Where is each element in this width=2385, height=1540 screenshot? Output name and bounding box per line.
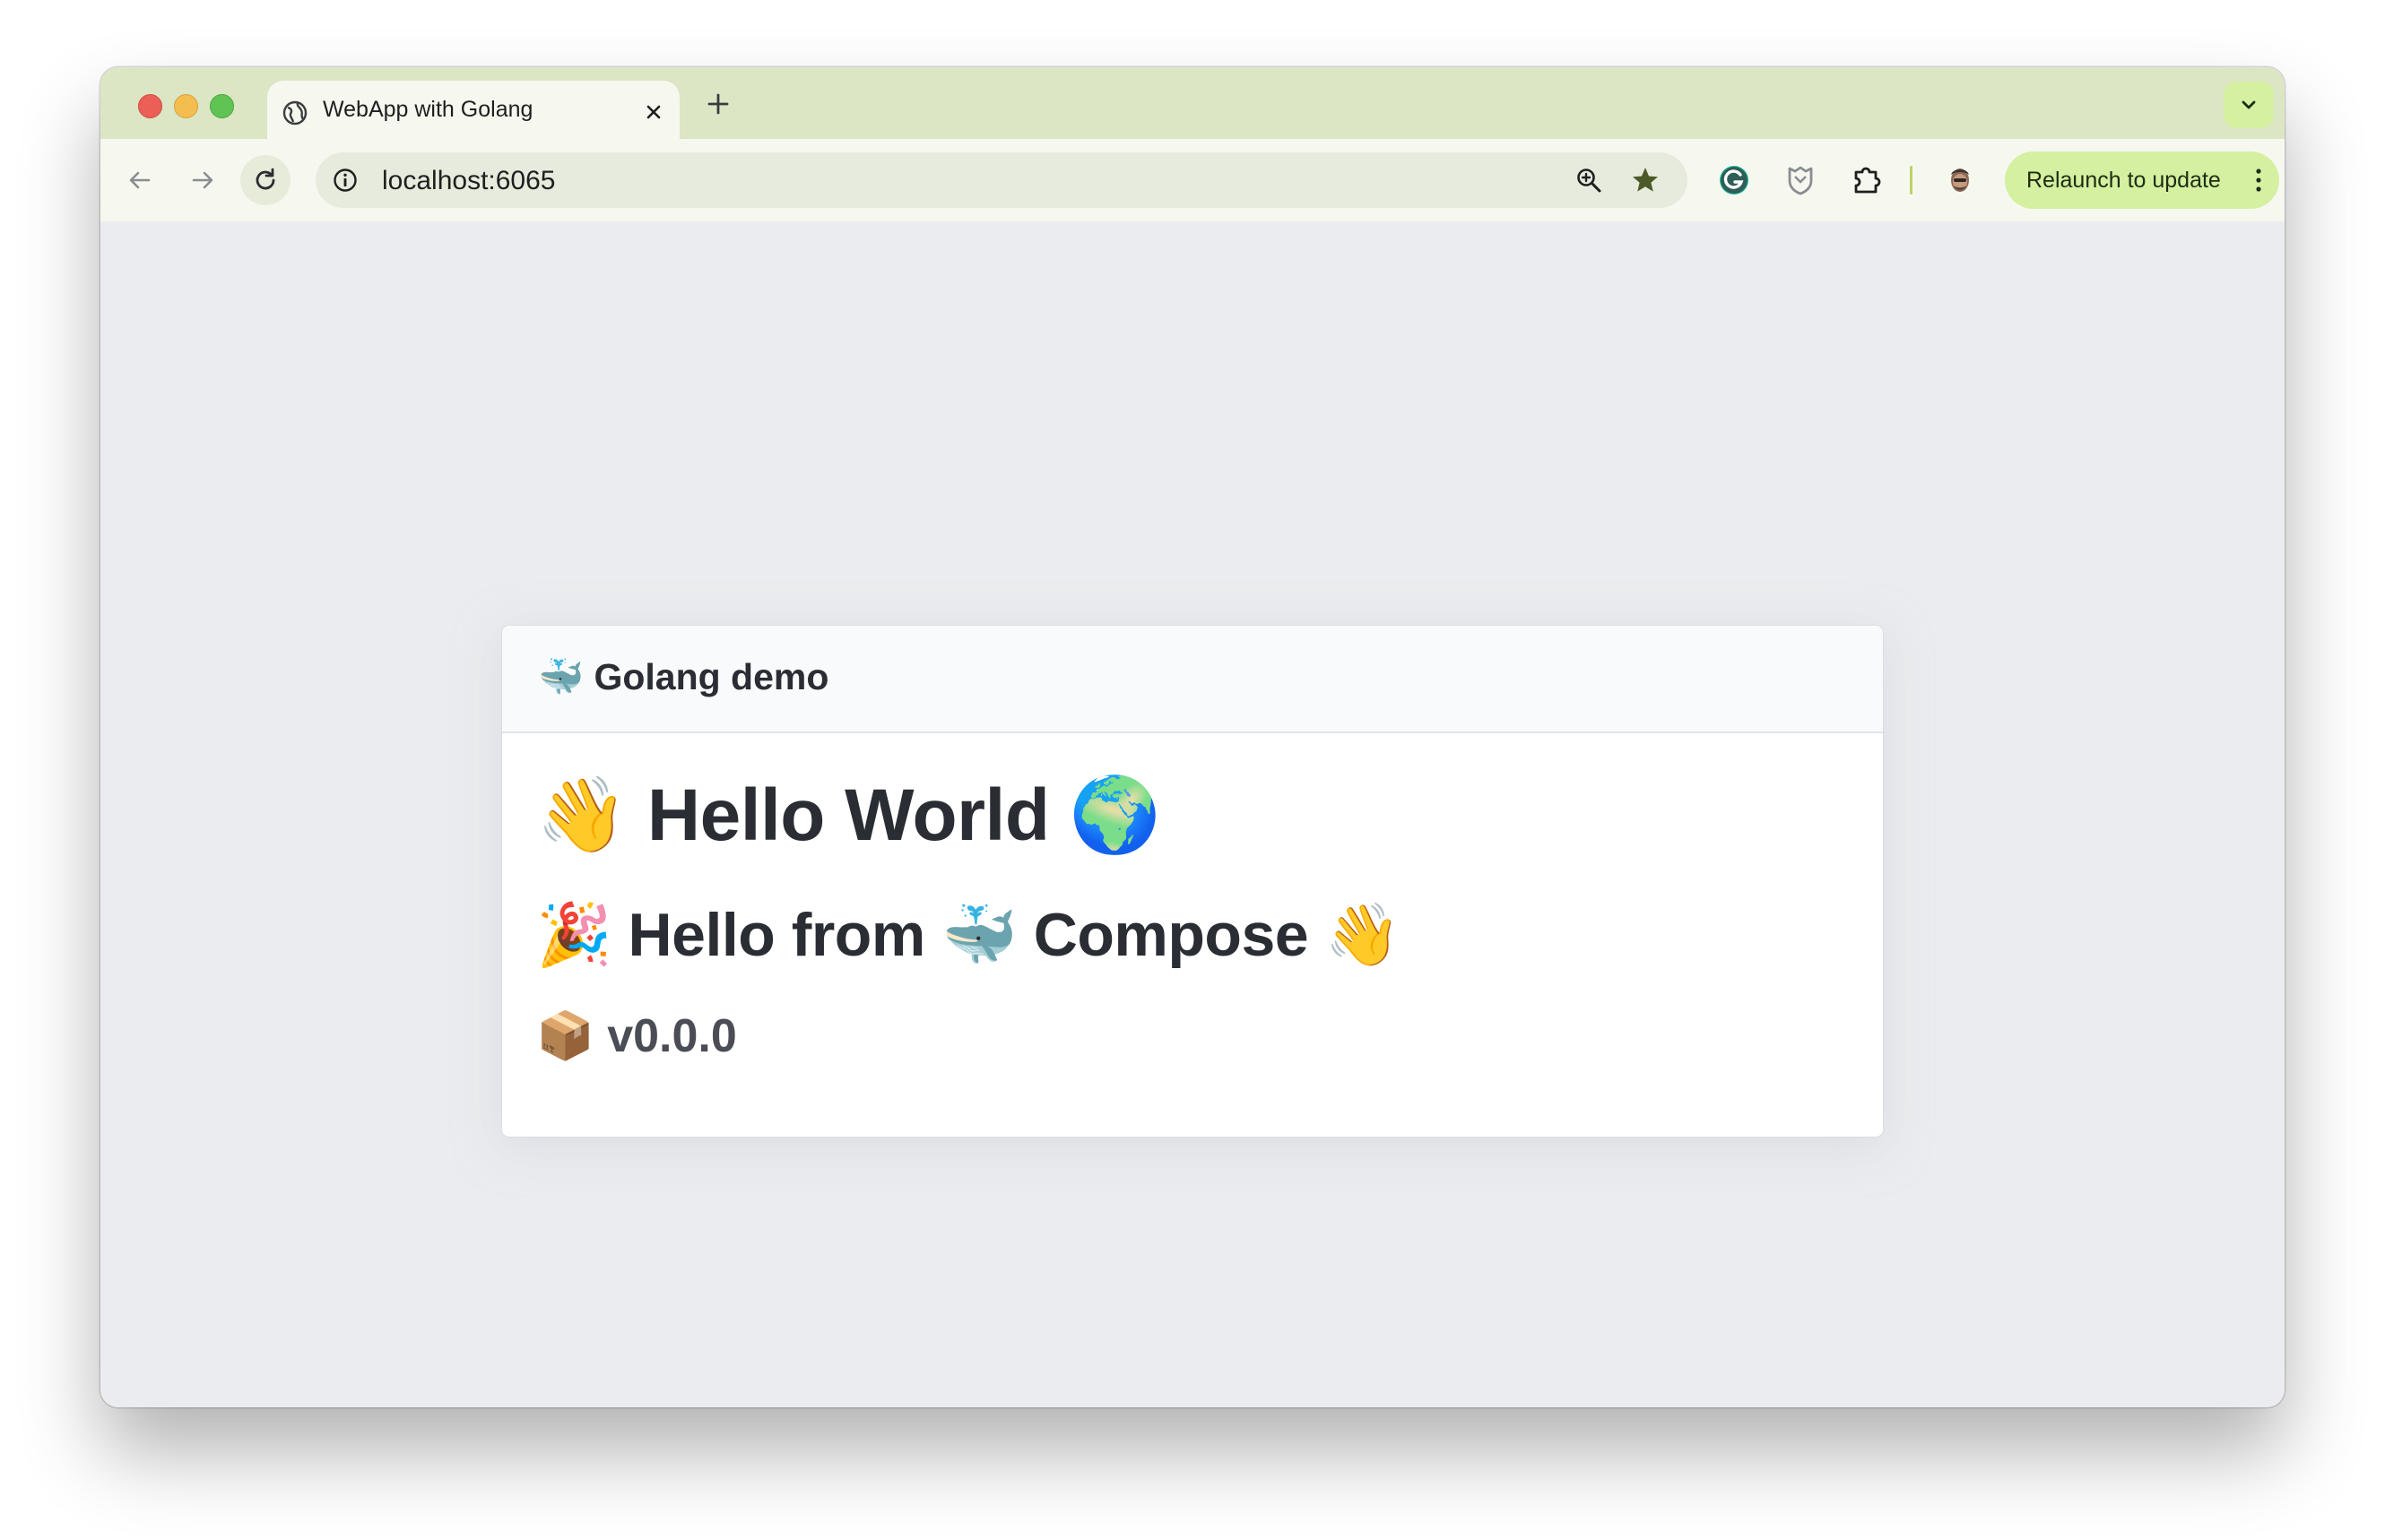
info-icon[interactable] [332, 167, 359, 194]
plus-icon[interactable] [703, 89, 733, 119]
close-window-button[interactable] [138, 94, 162, 118]
chevron-down-icon [2242, 100, 2256, 109]
hello-world-heading: 👋 Hello World 🌍 [536, 774, 1161, 856]
toolbar-divider [1910, 166, 1912, 195]
grammarly-icon[interactable] [1716, 162, 1752, 198]
relaunch-button[interactable]: Relaunch to update [2005, 151, 2279, 209]
globe-icon [282, 100, 308, 125]
toolbar: localhost:6065 Relaunch to update [100, 139, 2285, 223]
tab-strip: WebApp with Golang [100, 67, 2285, 142]
address-bar[interactable]: localhost:6065 [316, 152, 1687, 208]
arrow-left-icon [129, 171, 151, 189]
tab-title: WebApp with Golang [323, 97, 533, 122]
shield-extension-icon[interactable] [1782, 162, 1818, 198]
card-header: 🐳 Golang demo [502, 626, 1883, 733]
zoom-window-button[interactable] [210, 94, 234, 118]
close-icon[interactable] [640, 99, 667, 125]
reload-icon [256, 168, 275, 190]
tab-webapp[interactable]: WebApp with Golang [267, 81, 680, 142]
version-label: 📦 v0.0.0 [536, 1010, 737, 1062]
zoom-in-icon[interactable] [1574, 166, 1603, 195]
back-button[interactable] [115, 155, 165, 205]
avatar-icon[interactable] [1942, 162, 1978, 198]
reload-button[interactable] [240, 155, 291, 205]
puzzle-icon[interactable] [1849, 162, 1885, 198]
card-title: 🐳 Golang demo [538, 656, 829, 697]
minimize-window-button[interactable] [174, 94, 198, 118]
page-viewport: 🐳 Golang demo 👋 Hello World 🌍 🎉 Hello fr… [100, 221, 2285, 1407]
url-text[interactable]: localhost:6065 [382, 166, 555, 196]
browser-window: WebApp with Golang localhost:6065 Relaun… [100, 67, 2285, 1407]
compose-heading: 🎉 Hello from 🐳 Compose 👋 [536, 901, 1401, 969]
tab-search-button[interactable] [2224, 82, 2274, 128]
star-icon[interactable] [1630, 165, 1661, 195]
more-vert-icon[interactable] [2254, 167, 2263, 194]
relaunch-label: Relaunch to update [2026, 168, 2221, 193]
demo-card: 🐳 Golang demo 👋 Hello World 🌍 🎉 Hello fr… [502, 626, 1883, 1137]
forward-button[interactable] [178, 155, 228, 205]
arrow-right-icon [192, 171, 213, 189]
